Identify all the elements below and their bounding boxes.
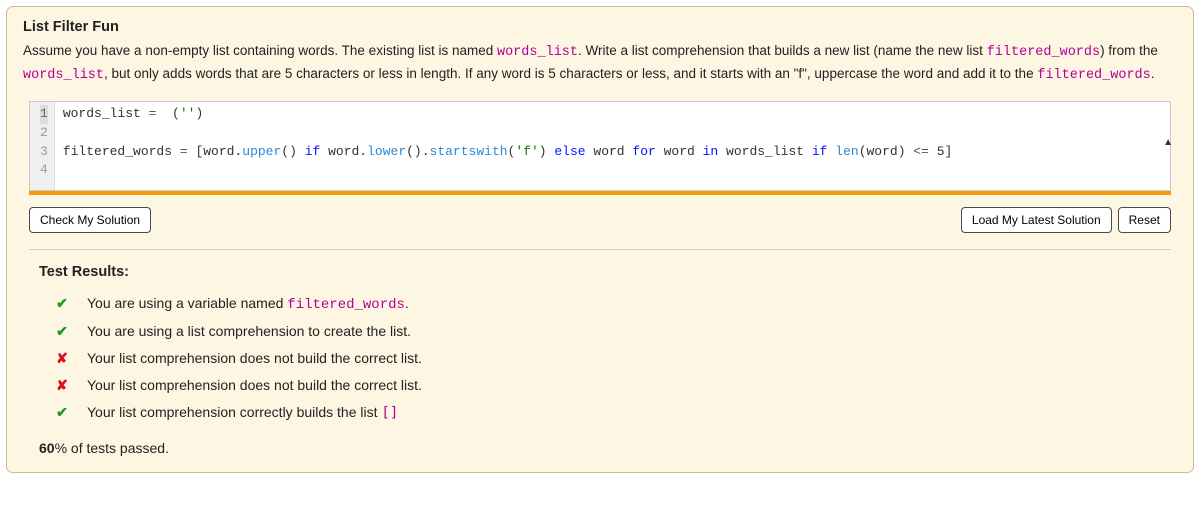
code-token: len: [835, 144, 858, 159]
code-token: word.: [320, 144, 367, 159]
action-button-row: Check My Solution Load My Latest Solutio…: [23, 207, 1177, 233]
collapse-caret-icon[interactable]: ▲: [1163, 137, 1173, 148]
test-results: Test Results: ✔ You are using a variable…: [23, 264, 1177, 456]
prompt-text: ) from the: [1100, 43, 1158, 58]
code-token: [929, 144, 937, 159]
line-number: 4: [40, 161, 48, 180]
code-token: (word): [859, 144, 914, 159]
result-text: Your list comprehension correctly builds…: [87, 404, 381, 420]
exercise-panel: List Filter Fun Assume you have a non-em…: [6, 6, 1194, 473]
prompt-text: Assume you have a non-empty list contain…: [23, 43, 497, 58]
cross-icon: ✘: [55, 377, 69, 394]
code-token: startswith: [430, 144, 508, 159]
result-text: You are using a list comprehension to cr…: [87, 323, 411, 339]
code-token: '': [180, 106, 196, 121]
editor-accent-bar: [29, 191, 1171, 195]
test-result-text: You are using a list comprehension to cr…: [87, 323, 411, 339]
pass-suffix: % of tests passed.: [55, 440, 169, 456]
code-token: =: [180, 144, 188, 159]
test-result-row: ✘ Your list comprehension does not build…: [39, 345, 1161, 372]
prompt-text: .: [1151, 66, 1155, 81]
test-result-row: ✔ Your list comprehension correctly buil…: [39, 399, 1161, 426]
code-words-list: words_list: [497, 45, 578, 60]
code-token: (): [281, 144, 304, 159]
code-editor[interactable]: 1 2 3 4 words_list = ('') filtered_words…: [29, 101, 1171, 191]
result-code: filtered_words: [287, 297, 405, 313]
line-number: 3: [40, 143, 48, 162]
code-token: filtered_words: [63, 144, 180, 159]
code-token: [word.: [188, 144, 243, 159]
code-token: upper: [242, 144, 281, 159]
test-result-text: Your list comprehension does not build t…: [87, 377, 422, 393]
pass-percent: 60: [39, 440, 55, 456]
check-solution-button[interactable]: Check My Solution: [29, 207, 151, 233]
prompt-text: . Write a list comprehension that builds…: [578, 43, 987, 58]
check-icon: ✔: [55, 404, 69, 421]
line-number-gutter: 1 2 3 4: [30, 102, 55, 190]
code-token: ): [195, 106, 203, 121]
code-token: words_list: [63, 106, 149, 121]
code-token: <=: [913, 144, 929, 159]
check-icon: ✔: [55, 295, 69, 312]
code-filtered-words: filtered_words: [1037, 68, 1150, 83]
code-token: lower: [367, 144, 406, 159]
code-token: if: [305, 144, 321, 159]
check-icon: ✔: [55, 323, 69, 340]
result-text: Your list comprehension does not build t…: [87, 377, 422, 393]
exercise-prompt: Assume you have a non-empty list contain…: [23, 41, 1177, 87]
test-result-row: ✔ You are using a list comprehension to …: [39, 318, 1161, 345]
cross-icon: ✘: [55, 350, 69, 367]
test-result-row: ✘ Your list comprehension does not build…: [39, 372, 1161, 399]
result-text: Your list comprehension does not build t…: [87, 350, 422, 366]
line-number: 1: [40, 105, 48, 124]
code-token: 'f': [515, 144, 538, 159]
code-token: word: [586, 144, 633, 159]
result-code: []: [381, 405, 398, 421]
test-result-text: You are using a variable named filtered_…: [87, 295, 409, 313]
divider: [29, 249, 1171, 250]
test-result-text: Your list comprehension correctly builds…: [87, 404, 398, 421]
code-token: if: [812, 144, 828, 159]
code-token: (: [156, 106, 179, 121]
load-latest-button[interactable]: Load My Latest Solution: [961, 207, 1112, 233]
exercise-title: List Filter Fun: [23, 19, 1177, 35]
code-words-list: words_list: [23, 68, 104, 83]
code-content[interactable]: words_list = ('') filtered_words = [word…: [55, 102, 1170, 190]
pass-rate: 60% of tests passed.: [39, 440, 1161, 456]
prompt-text: , but only adds words that are 5 charact…: [104, 66, 1037, 81]
code-token: ().: [406, 144, 429, 159]
code-token: in: [703, 144, 719, 159]
result-text: You are using a variable named: [87, 295, 287, 311]
test-result-text: Your list comprehension does not build t…: [87, 350, 422, 366]
line-number: 2: [40, 124, 48, 143]
code-token: ]: [945, 144, 953, 159]
reset-button[interactable]: Reset: [1118, 207, 1171, 233]
result-text: .: [405, 295, 409, 311]
code-token: word: [656, 144, 703, 159]
test-results-title: Test Results:: [39, 264, 1161, 280]
code-filtered-words: filtered_words: [987, 45, 1100, 60]
code-token: 5: [937, 144, 945, 159]
code-token: ): [539, 144, 555, 159]
test-result-row: ✔ You are using a variable named filtere…: [39, 290, 1161, 318]
code-token: for: [632, 144, 655, 159]
code-token: words_list: [718, 144, 812, 159]
code-token: else: [554, 144, 585, 159]
